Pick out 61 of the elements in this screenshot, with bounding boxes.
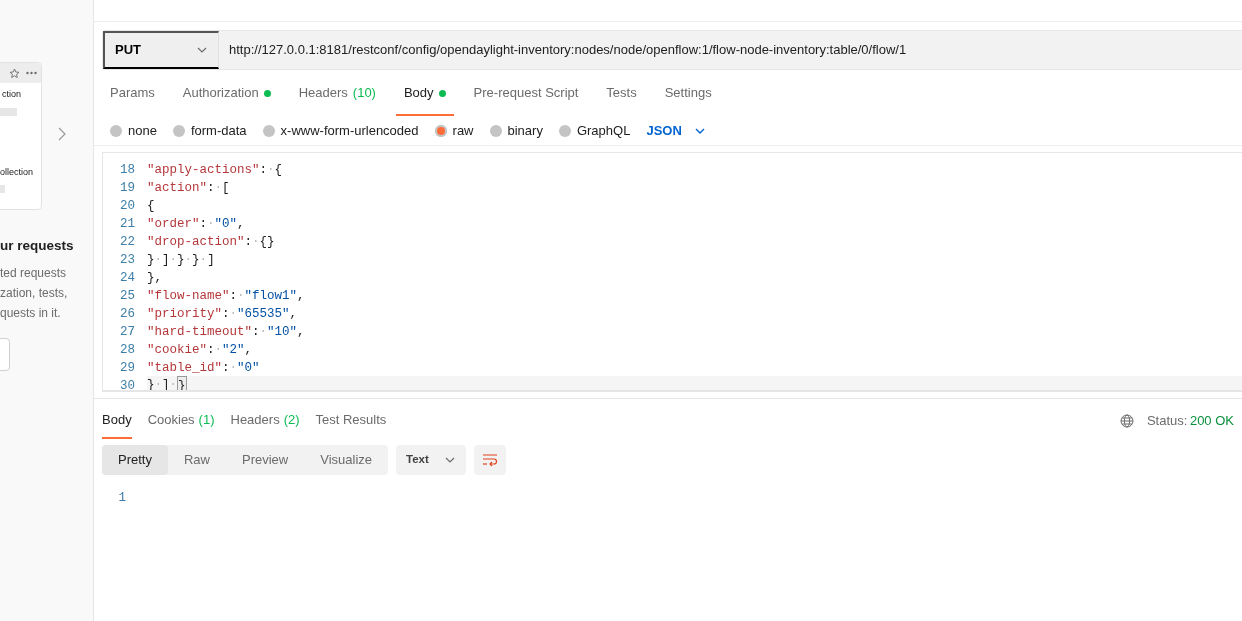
body-type-radio[interactable]: form-data: [172, 120, 247, 141]
code-line: "flow-name":·"flow1",: [147, 287, 305, 305]
line-number: 30: [119, 377, 136, 390]
empty-state-heading: ur requests: [0, 237, 74, 255]
globe-icon[interactable]: [1119, 414, 1134, 428]
code-line: },: [147, 269, 162, 287]
request-tab[interactable]: Params: [102, 72, 163, 116]
star-icon[interactable]: [9, 67, 20, 79]
request-tab[interactable]: Settings: [656, 72, 720, 116]
line-number: 20: [119, 197, 136, 215]
response-tab[interactable]: Body: [102, 403, 132, 439]
view-button[interactable]: Visualize: [304, 445, 389, 475]
body-type-radio[interactable]: GraphQL: [558, 120, 631, 141]
code-line: "action":·[: [147, 179, 230, 197]
request-tab[interactable]: Body: [395, 72, 454, 116]
format-dropdown[interactable]: JSON: [646, 120, 706, 141]
request-tab[interactable]: Tests: [598, 72, 645, 116]
line-number: 26: [119, 305, 136, 323]
line-number: 18: [119, 161, 136, 179]
line-number: 19: [119, 179, 136, 197]
line-number: 28: [119, 341, 136, 359]
empty-state-text: ted requests zation, tests, quests in it.: [0, 265, 68, 322]
wrap-lines-icon: [482, 453, 499, 467]
line-number: 22: [119, 233, 136, 251]
chevron-right-icon[interactable]: [58, 127, 66, 141]
body-type-radio[interactable]: binary: [489, 120, 543, 141]
response-tab[interactable]: Cookies (1): [147, 403, 215, 439]
line-number: 29: [119, 359, 136, 377]
line-number: 24: [119, 269, 136, 287]
body-type-radio[interactable]: x-www-form-urlencoded: [262, 120, 419, 141]
code-line: "cookie":·"2",: [147, 341, 253, 359]
code-line: "apply-actions":·{: [147, 161, 283, 179]
line-number: 1: [117, 489, 127, 507]
status-label: Status:: [1146, 412, 1188, 431]
line-number: 23: [119, 251, 136, 269]
code-line: {: [147, 197, 155, 215]
code-line: "table_id":·"0": [147, 359, 260, 377]
type-dropdown[interactable]: Text: [396, 445, 467, 475]
code-line: "drop-action":·{}: [147, 233, 275, 251]
response-tab[interactable]: Headers (2): [230, 403, 300, 439]
response-tab[interactable]: Test Results: [315, 403, 387, 439]
request-tab[interactable]: Authorization: [174, 72, 279, 116]
line-number: 21: [119, 215, 136, 233]
more-icon[interactable]: [26, 71, 37, 75]
request-tab[interactable]: Headers (10): [290, 72, 384, 116]
body-type-radio[interactable]: none: [110, 120, 157, 141]
view-button[interactable]: Preview: [226, 445, 305, 475]
view-button[interactable]: Pretty: [102, 445, 168, 475]
card-text: ollection: [0, 165, 34, 179]
line-number: 27: [119, 323, 136, 341]
code-line: }·]·}·}·]: [147, 251, 215, 269]
request-tab[interactable]: Pre-request Script: [465, 72, 587, 116]
wrap-button[interactable]: [474, 445, 507, 475]
view-button[interactable]: Raw: [167, 445, 226, 475]
status-code: 200 OK: [1189, 412, 1234, 431]
line-number: 25: [119, 287, 136, 305]
code-line: "priority":·"65535",: [147, 305, 298, 323]
card-text: ction: [1, 88, 22, 101]
body-type-radio[interactable]: raw: [434, 120, 474, 141]
code-line: "order":·"0",: [147, 215, 245, 233]
code-line: "hard-timeout":·"10",: [147, 323, 305, 341]
